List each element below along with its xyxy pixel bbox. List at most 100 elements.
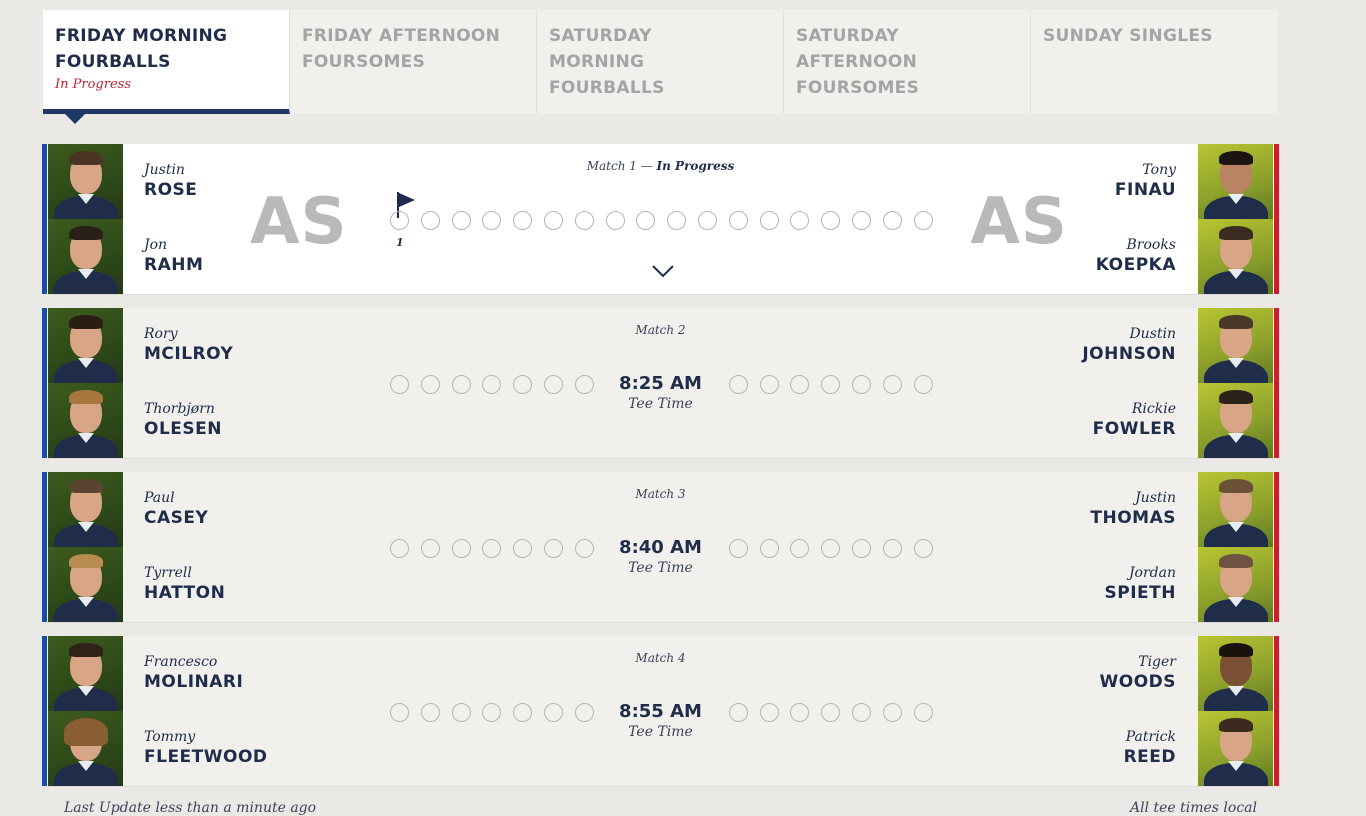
hole-indicator[interactable]: [821, 211, 840, 230]
player-photo: [48, 219, 123, 294]
player-first-name: Justin: [1135, 490, 1176, 506]
player-first-name: Brooks: [1126, 237, 1176, 253]
player-last-name: MCILROY: [144, 344, 234, 364]
player-first-name: Tony: [1142, 162, 1176, 178]
player-last-name: WOODS: [1099, 672, 1176, 692]
player-first-name: Jordan: [1128, 565, 1176, 581]
player-photo: [1198, 219, 1273, 294]
usa-score: AS: [970, 185, 1068, 259]
match-card-1[interactable]: Justin ROSE Jon RAHM Match 1 — In Progre…: [42, 144, 1279, 295]
tab-label: SUNDAY SINGLES: [1043, 26, 1213, 46]
usa-player-1[interactable]: Dustin JOHNSON: [1082, 325, 1176, 365]
tab-friday-afternoon-foursomes[interactable]: FRIDAY AFTERNOON FOURSOMES: [290, 10, 537, 114]
player-photo: [1198, 308, 1273, 383]
player-last-name: CASEY: [144, 508, 209, 528]
player-last-name: RAHM: [144, 255, 204, 275]
hole-indicator[interactable]: [482, 211, 501, 230]
player-last-name: SPIETH: [1104, 583, 1176, 603]
tee-time-value: 8:25 AM: [619, 373, 702, 394]
active-tab-pointer: [65, 114, 85, 124]
player-first-name: Jon: [144, 237, 168, 253]
match-card-4[interactable]: Francesco MOLINARI Tommy FLEETWOOD Match…: [42, 636, 1279, 787]
tee-time: 8:25 AM Tee Time: [47, 373, 1274, 413]
session-tabs: FRIDAY MORNING FOURBALLS In Progress FRI…: [43, 10, 1278, 124]
player-last-name: FLEETWOOD: [144, 747, 268, 767]
tee-time-value: 8:40 AM: [619, 537, 702, 558]
match-card-3[interactable]: Paul CASEY Tyrrell HATTON Match 3 8:40 A…: [42, 472, 1279, 623]
usa-player-2[interactable]: Jordan SPIETH: [1105, 564, 1176, 604]
hole-indicator[interactable]: [790, 211, 809, 230]
player-last-name: FOWLER: [1092, 419, 1176, 439]
player-first-name: Dustin: [1129, 326, 1176, 342]
last-update-text: Last Update less than a minute ago: [64, 800, 317, 816]
hole-indicator[interactable]: [914, 211, 933, 230]
hole-indicator[interactable]: [729, 211, 748, 230]
usa-player-2[interactable]: Rickie FOWLER: [1093, 400, 1176, 440]
usa-player-2[interactable]: Brooks KOEPKA: [1096, 236, 1176, 276]
player-last-name: MOLINARI: [144, 672, 244, 692]
player-first-name: Tiger: [1138, 654, 1176, 670]
tee-time: 8:55 AM Tee Time: [47, 701, 1274, 741]
player-photo: [48, 472, 123, 547]
match-label-separator: —: [636, 159, 657, 173]
hole-indicator[interactable]: [452, 211, 471, 230]
tab-label: FRIDAY MORNING FOURBALLS: [55, 26, 228, 72]
tee-times-note: All tee times local: [1129, 800, 1257, 816]
player-photo: [1198, 711, 1273, 786]
tab-status: In Progress: [55, 77, 132, 92]
player-photo: [48, 308, 123, 383]
player-last-name: OLESEN: [144, 419, 222, 439]
tee-time-label: Tee Time: [628, 560, 693, 576]
player-last-name: HATTON: [144, 583, 226, 603]
tee-time-label: Tee Time: [628, 396, 693, 412]
hole-indicator[interactable]: [698, 211, 717, 230]
player-photo: [1198, 144, 1273, 219]
player-last-name: FINAU: [1114, 180, 1176, 200]
tab-label: FRIDAY AFTERNOON FOURSOMES: [302, 26, 501, 72]
player-photo: [1198, 547, 1273, 622]
tab-friday-morning-fourballs[interactable]: FRIDAY MORNING FOURBALLS In Progress: [43, 10, 290, 124]
hole-indicator[interactable]: [606, 211, 625, 230]
hole-indicator[interactable]: [667, 211, 686, 230]
tab-label: SATURDAY MORNING FOURBALLS: [549, 26, 665, 98]
tee-time: 8:40 AM Tee Time: [47, 537, 1274, 577]
chevron-down-icon[interactable]: [651, 264, 675, 278]
tee-time-label: Tee Time: [628, 724, 693, 740]
europe-score: AS: [250, 185, 348, 259]
match-card-2[interactable]: Rory MCILROY Thorbjørn OLESEN Match 2 8:…: [42, 308, 1279, 459]
hole-indicator[interactable]: [852, 211, 871, 230]
hole-indicator[interactable]: [390, 211, 409, 230]
hole-indicator[interactable]: [513, 211, 532, 230]
tab-saturday-morning-fourballs[interactable]: SATURDAY MORNING FOURBALLS: [537, 10, 784, 114]
hole-indicator[interactable]: [760, 211, 779, 230]
tab-saturday-afternoon-foursomes[interactable]: SATURDAY AFTERNOON FOURSOMES: [784, 10, 1031, 114]
current-hole-number: 1: [396, 236, 404, 249]
hole-indicator[interactable]: [636, 211, 655, 230]
player-last-name: KOEPKA: [1095, 255, 1176, 275]
usa-player-1[interactable]: Tiger WOODS: [1099, 653, 1176, 693]
match-label: Match 4: [635, 651, 686, 665]
tee-time-value: 8:55 AM: [619, 701, 702, 722]
usa-player-1[interactable]: Tony FINAU: [1115, 161, 1176, 201]
usa-player-2[interactable]: Patrick REED: [1124, 728, 1176, 768]
hole-indicator[interactable]: [421, 211, 440, 230]
hole-indicator[interactable]: [544, 211, 563, 230]
tab-label: SATURDAY AFTERNOON FOURSOMES: [796, 26, 920, 98]
player-photo: [1198, 636, 1273, 711]
player-photo: [48, 636, 123, 711]
hole-indicator[interactable]: [575, 211, 594, 230]
player-first-name: Rickie: [1131, 401, 1176, 417]
hole-indicator[interactable]: [883, 211, 902, 230]
player-first-name: Patrick: [1125, 729, 1176, 745]
match-label: Match 1 — In Progress: [47, 159, 1274, 173]
match-number: Match 1: [586, 159, 637, 173]
tab-sunday-singles[interactable]: SUNDAY SINGLES: [1031, 10, 1278, 114]
player-last-name: THOMAS: [1090, 508, 1176, 528]
player-photo: [1198, 383, 1273, 458]
player-last-name: REED: [1123, 747, 1176, 767]
player-photo: [48, 144, 123, 219]
match-status: In Progress: [656, 159, 735, 173]
player-last-name: JOHNSON: [1082, 344, 1176, 364]
usa-player-1[interactable]: Justin THOMAS: [1090, 489, 1176, 529]
europe-player-2[interactable]: Jon RAHM: [144, 236, 203, 276]
